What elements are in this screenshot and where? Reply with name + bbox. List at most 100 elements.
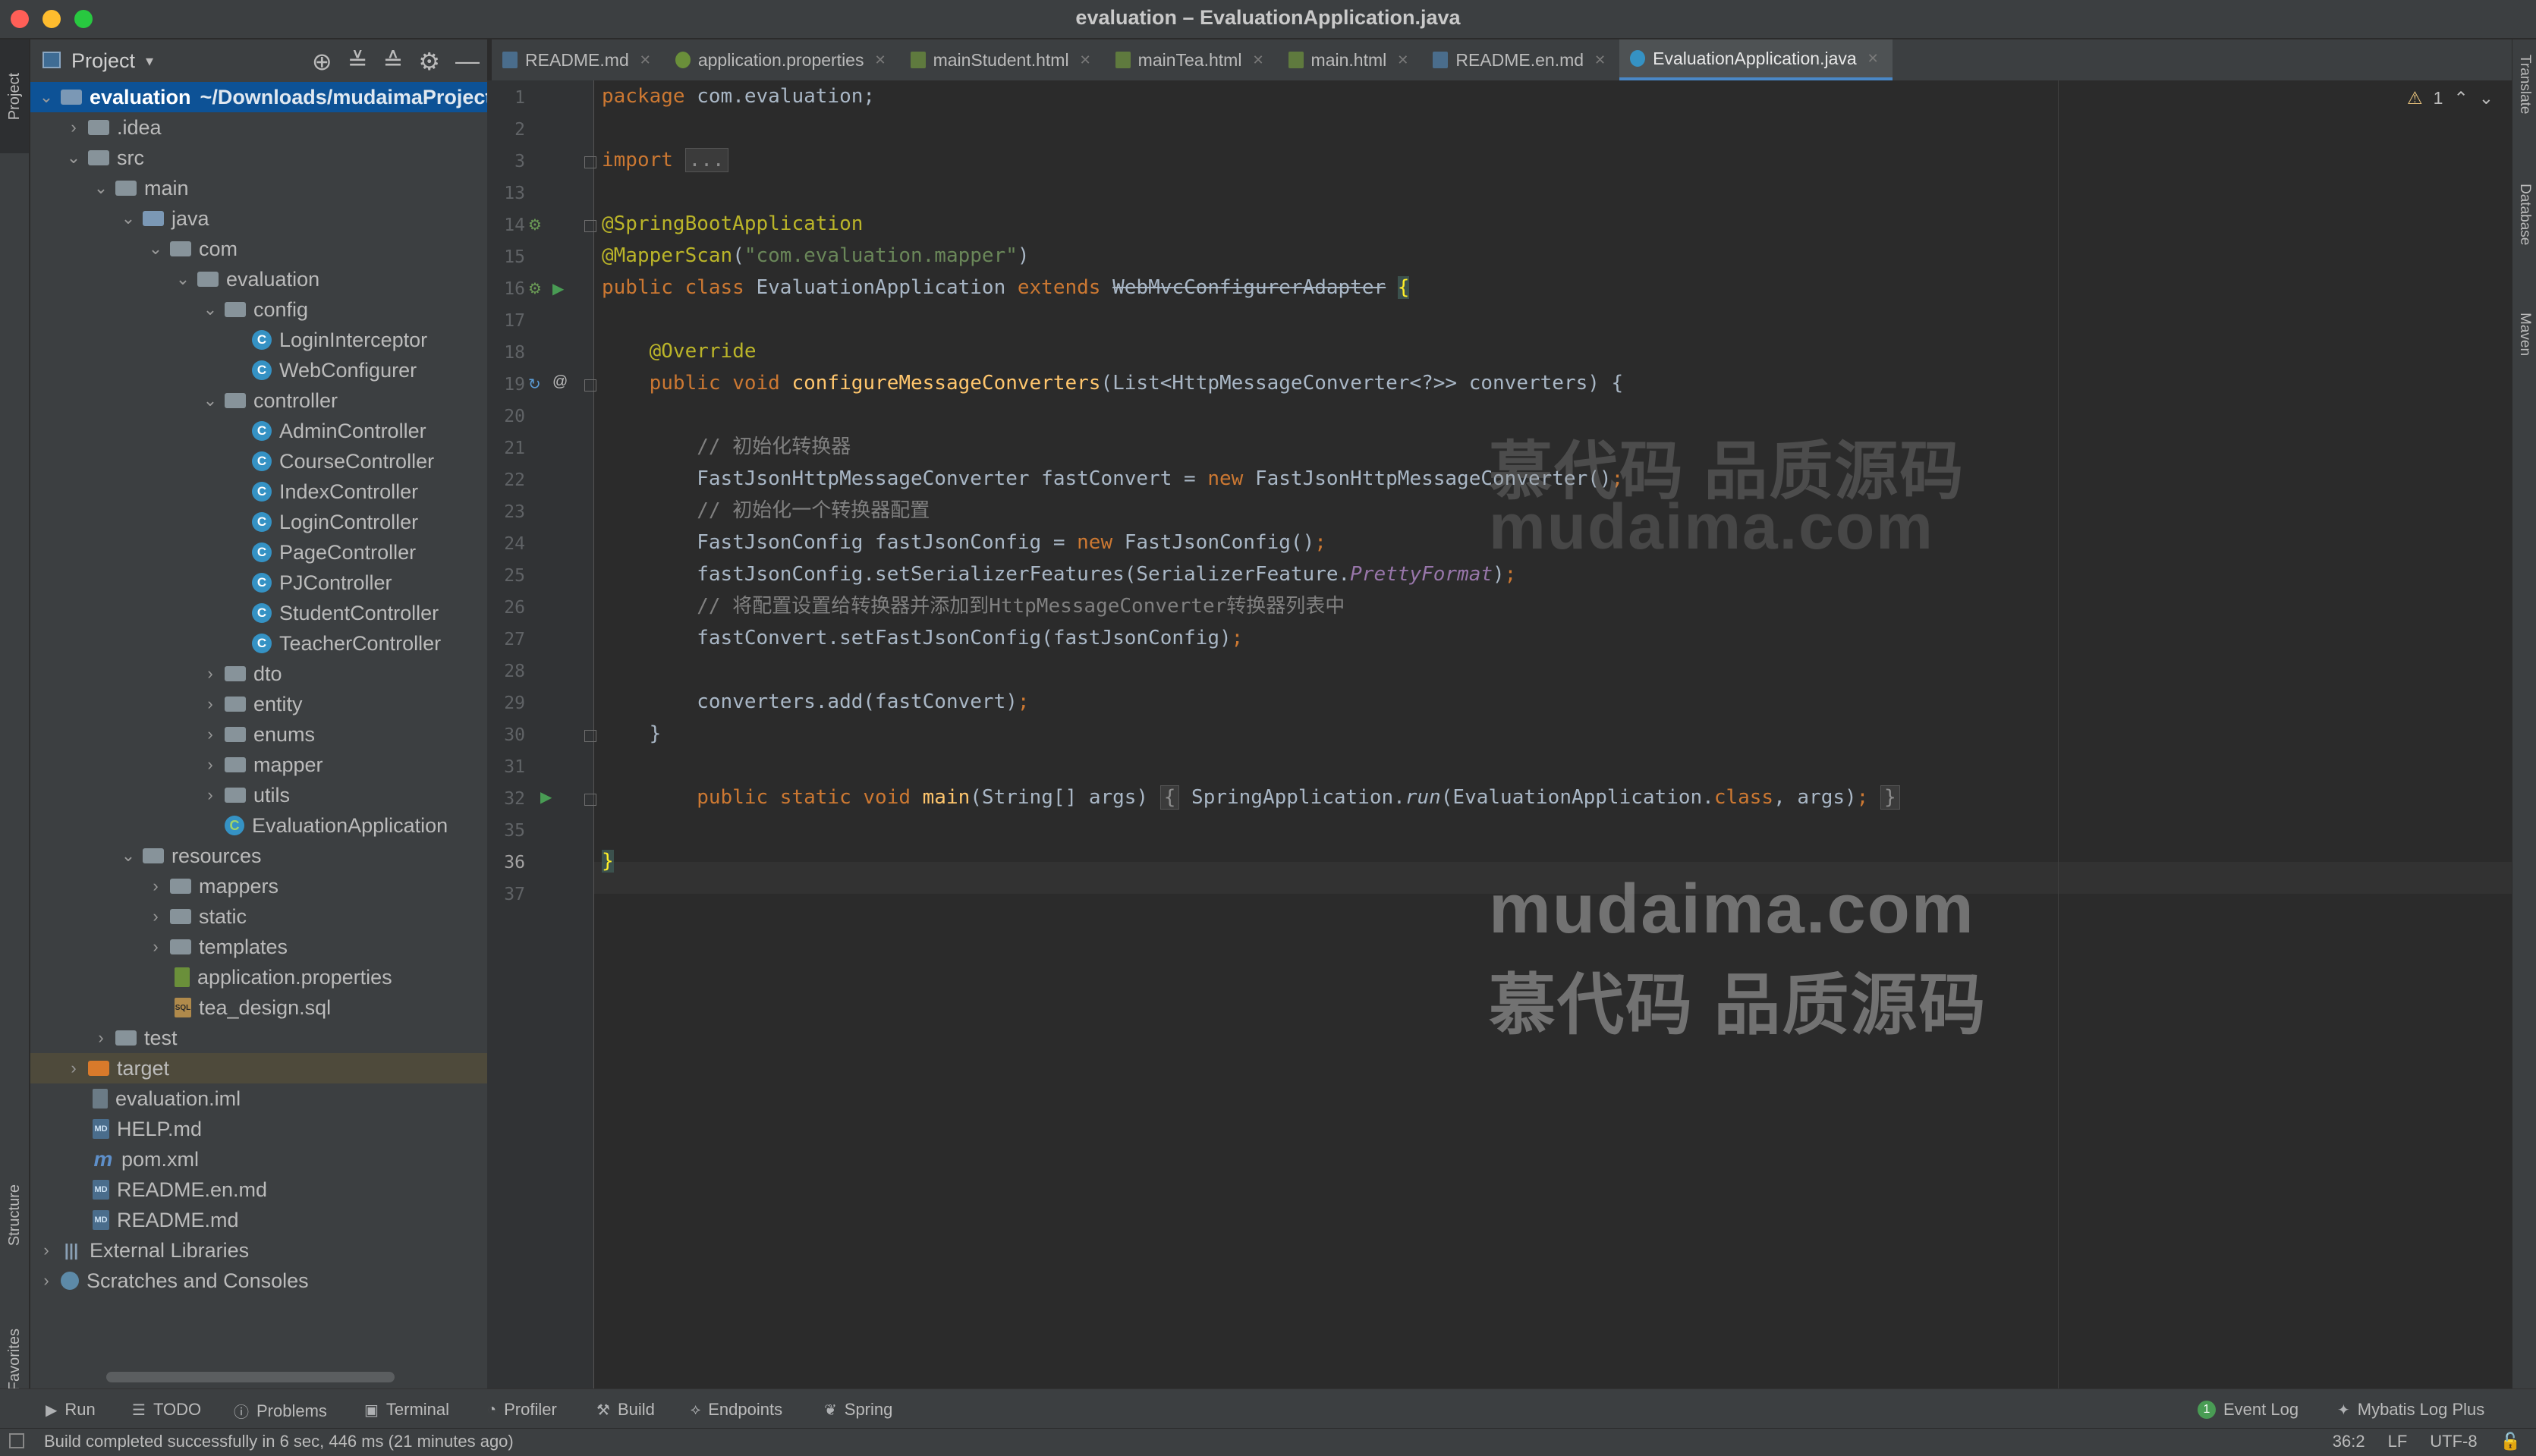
fold-marker-icon[interactable]	[584, 730, 596, 742]
tree-row-application-properties[interactable]: application.properties	[30, 962, 487, 992]
todo-tool-button[interactable]: ☰ TODO	[132, 1400, 201, 1420]
chevron-right-icon[interactable]: ›	[38, 1271, 55, 1291]
chevron-right-icon[interactable]: ›	[202, 725, 219, 744]
endpoints-tool-button[interactable]: ⟡ Endpoints	[691, 1400, 782, 1420]
tree-row-com[interactable]: ⌄ com	[30, 234, 487, 264]
inspection-widget[interactable]: ⚠ 1 ⌃ ⌄	[2407, 88, 2494, 108]
chevron-down-icon[interactable]: ⌄	[202, 300, 219, 319]
tree-row-logininterceptor[interactable]: C LoginInterceptor	[30, 325, 487, 355]
tree-row-config[interactable]: ⌄ config	[30, 294, 487, 325]
close-icon[interactable]: ✕	[1594, 52, 1606, 68]
tree-row-mapper[interactable]: › mapper	[30, 750, 487, 780]
tree-row-pom-xml[interactable]: m pom.xml	[30, 1144, 487, 1175]
tree-row-target[interactable]: › target	[30, 1053, 487, 1083]
fold-marker-icon[interactable]	[584, 794, 596, 806]
chevron-down-icon[interactable]: ⌄	[120, 209, 137, 228]
tree-row-mappers[interactable]: › mappers	[30, 871, 487, 901]
hide-panel-icon[interactable]: —	[455, 47, 480, 76]
expand-all-icon[interactable]: ≚	[348, 47, 368, 76]
tree-row-entity[interactable]: › entity	[30, 689, 487, 719]
chevron-down-icon[interactable]: ⌄	[38, 87, 55, 107]
database-tool-tab[interactable]: Database	[2512, 184, 2536, 245]
tree-row-src[interactable]: ⌄ src	[30, 143, 487, 173]
run-icon[interactable]: ▶	[540, 788, 552, 807]
tree-row-templates[interactable]: › templates	[30, 932, 487, 962]
chevron-right-icon[interactable]: ›	[147, 907, 164, 926]
fold-marker-icon[interactable]	[584, 220, 596, 232]
tree-row-readme[interactable]: MD README.md	[30, 1205, 487, 1235]
override-icon[interactable]: ↻	[528, 375, 541, 394]
chevron-right-icon[interactable]: ›	[147, 876, 164, 896]
tree-row-utils[interactable]: › utils	[30, 780, 487, 810]
spring-bean-icon[interactable]: ⚙	[528, 279, 542, 298]
tree-row-evaluation-iml[interactable]: evaluation.iml	[30, 1083, 487, 1114]
tree-row-pagecontroller[interactable]: C PageController	[30, 537, 487, 568]
tree-horizontal-scrollbar[interactable]	[106, 1372, 395, 1382]
chevron-down-icon[interactable]: ⌄	[147, 239, 164, 259]
chevron-down-icon[interactable]: ▾	[146, 52, 153, 71]
mybatis-log-tool-button[interactable]: ✦ Mybatis Log Plus	[2337, 1400, 2484, 1420]
tab-main-html[interactable]: main.html ✕	[1278, 39, 1423, 80]
code-editor[interactable]: 1 2 3 13 14 15 16 17 18 19 20 21 22 23 2…	[487, 80, 2512, 1388]
tab-mainstudent-html[interactable]: mainStudent.html ✕	[900, 39, 1105, 80]
chevron-right-icon[interactable]: ›	[65, 1058, 82, 1078]
tree-row-teachercontroller[interactable]: C TeacherController	[30, 628, 487, 659]
toggle-tool-windows-icon[interactable]	[9, 1433, 24, 1448]
tree-row-idea[interactable]: › .idea	[30, 112, 487, 143]
close-icon[interactable]: ✕	[1867, 51, 1879, 67]
tree-row-test[interactable]: › test	[30, 1023, 487, 1053]
project-view-selector[interactable]: Project	[71, 49, 135, 73]
chevron-right-icon[interactable]: ›	[202, 785, 219, 805]
problems-tool-button[interactable]: ⓘ Problems	[234, 1400, 327, 1422]
chevron-right-icon[interactable]: ›	[93, 1028, 109, 1048]
lock-icon[interactable]: 🔓	[2500, 1432, 2521, 1451]
tree-row-main[interactable]: ⌄ main	[30, 173, 487, 203]
line-separator[interactable]: LF	[2388, 1432, 2408, 1451]
caret-position[interactable]: 36:2	[2333, 1432, 2365, 1451]
chevron-right-icon[interactable]: ›	[202, 694, 219, 714]
tree-row-coursecontroller[interactable]: C CourseController	[30, 446, 487, 476]
chevron-right-icon[interactable]: ›	[202, 755, 219, 775]
structure-tool-tab[interactable]: Structure	[0, 1140, 29, 1291]
tree-row-logincontroller[interactable]: C LoginController	[30, 507, 487, 537]
close-icon[interactable]: ✕	[1080, 52, 1091, 68]
tab-readme-en-md[interactable]: README.en.md ✕	[1422, 39, 1619, 80]
tab-evaluationapplication-java[interactable]: EvaluationApplication.java ✕	[1619, 39, 1893, 80]
chevron-right-icon[interactable]: ›	[38, 1241, 55, 1260]
tree-row-resources[interactable]: ⌄ resources	[30, 841, 487, 871]
collapse-all-icon[interactable]: ≙	[383, 47, 404, 76]
tree-row-controller[interactable]: ⌄ controller	[30, 385, 487, 416]
event-log-tool-button[interactable]: 1 Event Log	[2198, 1400, 2298, 1420]
tab-maintea-html[interactable]: mainTea.html ✕	[1105, 39, 1278, 80]
run-icon[interactable]: ▶	[552, 279, 564, 298]
tree-row-help-md[interactable]: MD HELP.md	[30, 1114, 487, 1144]
tree-row-static[interactable]: › static	[30, 901, 487, 932]
tree-row-evaluation[interactable]: ⌄ evaluation	[30, 264, 487, 294]
tree-row-pjcontroller[interactable]: C PJController	[30, 568, 487, 598]
file-encoding[interactable]: UTF-8	[2430, 1432, 2477, 1451]
run-tool-button[interactable]: ▶ Run	[46, 1400, 96, 1420]
build-status-message[interactable]: Build completed successfully in 6 sec, 4…	[44, 1432, 514, 1451]
chevron-right-icon[interactable]: ›	[65, 118, 82, 137]
tree-row-evaluationapplication[interactable]: C EvaluationApplication	[30, 810, 487, 841]
tree-row-webconfigurer[interactable]: C WebConfigurer	[30, 355, 487, 385]
tab-application-properties[interactable]: application.properties ✕	[665, 39, 900, 80]
spring-bean-icon[interactable]: ⚙	[528, 215, 542, 234]
translate-tool-tab[interactable]: Translate	[2512, 55, 2536, 115]
close-icon[interactable]: ✕	[1397, 52, 1408, 68]
chevron-right-icon[interactable]: ›	[147, 937, 164, 957]
tree-row-readme-en[interactable]: MD README.en.md	[30, 1175, 487, 1205]
tree-row-indexcontroller[interactable]: C IndexController	[30, 476, 487, 507]
close-icon[interactable]: ✕	[640, 52, 651, 68]
chevron-right-icon[interactable]: ›	[202, 664, 219, 684]
tree-row-scratches[interactable]: › Scratches and Consoles	[30, 1266, 487, 1296]
chevron-down-icon[interactable]: ⌄	[202, 391, 219, 410]
chevron-down-icon[interactable]: ⌄	[65, 148, 82, 168]
tree-row-studentcontroller[interactable]: C StudentController	[30, 598, 487, 628]
maven-tool-tab[interactable]: Maven	[2512, 313, 2536, 356]
terminal-tool-button[interactable]: ▣ Terminal	[364, 1400, 449, 1420]
tree-row-external-libraries[interactable]: › ||| External Libraries	[30, 1235, 487, 1266]
tree-row-tea-design-sql[interactable]: SQL tea_design.sql	[30, 992, 487, 1023]
tree-row-dto[interactable]: › dto	[30, 659, 487, 689]
project-tool-tab[interactable]: Project	[0, 39, 29, 153]
